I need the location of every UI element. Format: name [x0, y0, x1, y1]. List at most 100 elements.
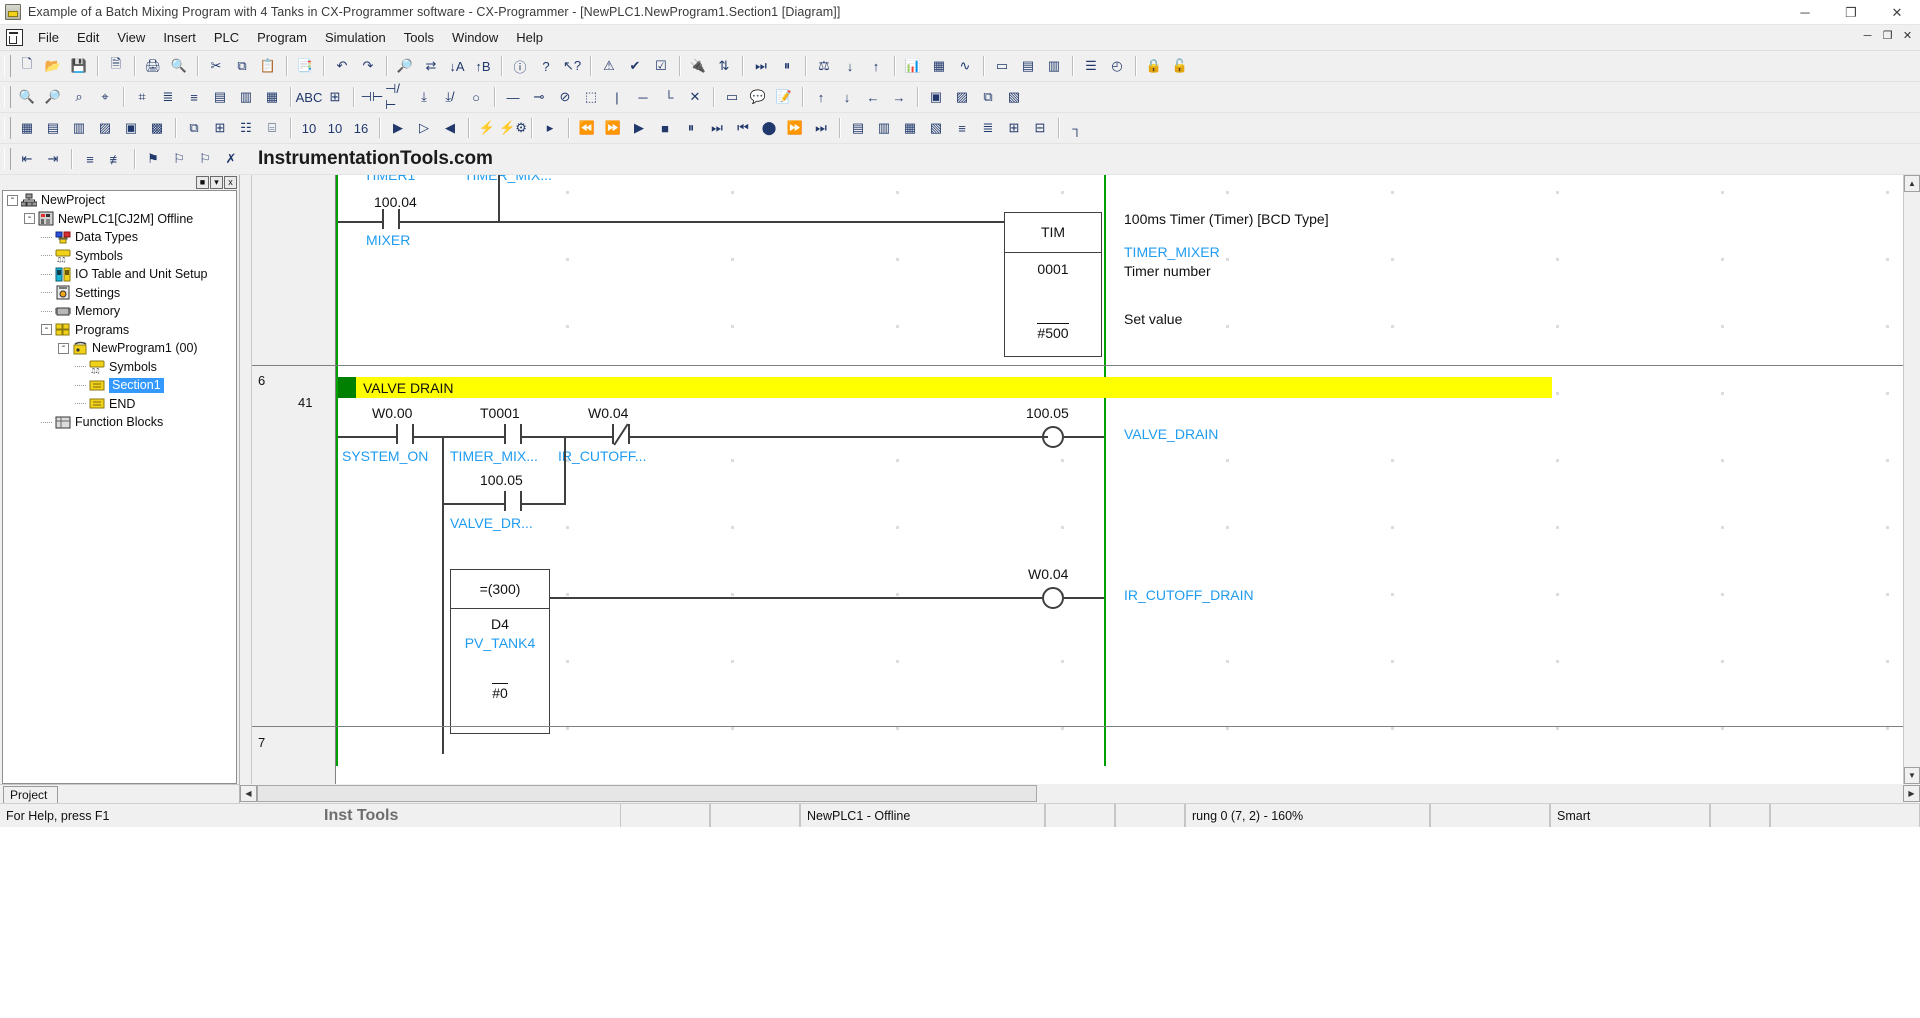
- force-cancel-icon[interactable]: ◀: [437, 116, 463, 141]
- find-next-icon[interactable]: ↓A: [444, 54, 470, 79]
- distribute-h-icon[interactable]: ≡: [949, 116, 975, 141]
- menu-simulation[interactable]: Simulation: [316, 27, 395, 48]
- function-block-icon[interactable]: ⊞: [207, 116, 233, 141]
- help-icon[interactable]: ?: [533, 54, 559, 79]
- zoom-in-icon[interactable]: 🔍: [14, 85, 40, 110]
- menu-tools[interactable]: Tools: [395, 27, 443, 48]
- scroll-right-button[interactable]: ▶: [1903, 785, 1920, 802]
- indent-increase-icon[interactable]: ⇥: [40, 147, 66, 172]
- menu-view[interactable]: View: [108, 27, 154, 48]
- tree-item-section1[interactable]: Section1: [3, 376, 236, 395]
- right-icon[interactable]: →: [886, 85, 912, 110]
- project-tree[interactable]: - NewProject - NewPLC1[CJ2M] Offline Data Ty…: [2, 190, 237, 784]
- force-off-icon[interactable]: ▷: [411, 116, 437, 141]
- paste-special-icon[interactable]: 📑: [292, 54, 318, 79]
- new-contact-or-icon[interactable]: ⤓: [411, 85, 437, 110]
- sim-continuous-icon[interactable]: ⏭: [704, 116, 730, 141]
- auto-online-icon[interactable]: ⚡⚙: [499, 116, 527, 141]
- open-file-icon[interactable]: 📂: [40, 54, 66, 79]
- plc-memory-icon[interactable]: ☰: [1078, 54, 1104, 79]
- menu-plc[interactable]: PLC: [205, 27, 248, 48]
- compile-icon[interactable]: 🗎: [103, 54, 129, 79]
- show-rung-comment-icon[interactable]: ▤: [207, 85, 233, 110]
- show-program-icon[interactable]: ▦: [259, 85, 285, 110]
- menu-file[interactable]: File: [29, 27, 68, 48]
- scroll-left-button[interactable]: ◀: [240, 785, 257, 802]
- online-icon[interactable]: 🔌: [685, 54, 711, 79]
- unit-setup-icon[interactable]: ▥: [1041, 54, 1067, 79]
- pause-icon[interactable]: ⏸: [774, 54, 800, 79]
- tree-item-memory[interactable]: Memory: [3, 302, 236, 321]
- up-icon[interactable]: ↑: [808, 85, 834, 110]
- menu-window[interactable]: Window: [443, 27, 507, 48]
- warning-icon[interactable]: ⚠: [596, 54, 622, 79]
- horizontal-scrollbar[interactable]: ◀ ▶: [240, 784, 1920, 803]
- horizontal-wire-icon[interactable]: ─: [630, 85, 656, 110]
- bookmark-clear-icon[interactable]: ✗: [218, 147, 244, 172]
- new-rung-icon[interactable]: ▭: [719, 85, 745, 110]
- toolbar-grip[interactable]: [4, 148, 11, 170]
- panel-dropdown-icon[interactable]: ▾: [210, 176, 223, 189]
- zoom-out-icon[interactable]: 🔎: [40, 85, 66, 110]
- close-button[interactable]: ✕: [1874, 0, 1920, 25]
- plc-clock-icon[interactable]: ◴: [1104, 54, 1130, 79]
- new-coil-icon[interactable]: ○: [463, 85, 489, 110]
- sim-break-icon[interactable]: ⬤: [756, 116, 782, 141]
- align-left-icon[interactable]: ▤: [845, 116, 871, 141]
- rung6-comment-bar[interactable]: VALVE DRAIN: [338, 377, 1552, 398]
- menu-edit[interactable]: Edit: [68, 27, 108, 48]
- tree-expander-icon[interactable]: -: [41, 324, 52, 336]
- tim-function-block[interactable]: TIM 0001 #500: [1004, 212, 1102, 357]
- new-file-icon[interactable]: 🗋: [14, 54, 40, 79]
- menu-insert[interactable]: Insert: [154, 27, 205, 48]
- tree-item-settings[interactable]: Settings: [3, 284, 236, 303]
- compare-function-block[interactable]: =(300) D4 PV_TANK4 #0: [450, 569, 550, 734]
- new-inverted-output-icon[interactable]: ⊘: [552, 85, 578, 110]
- tree-item-newplc1-cj2m-offline[interactable]: - NewPLC1[CJ2M] Offline: [3, 210, 236, 229]
- transfer-to-plc-icon[interactable]: ↓: [837, 54, 863, 79]
- tab-project[interactable]: Project: [3, 786, 59, 803]
- corner-icon[interactable]: ┐: [1064, 116, 1090, 141]
- tree-expander-icon[interactable]: -: [7, 194, 18, 206]
- mdi-close-button[interactable]: ✕: [1899, 27, 1916, 44]
- tree-item-function-blocks[interactable]: Function Blocks: [3, 413, 236, 432]
- toolbar-grip[interactable]: [4, 55, 11, 77]
- compare-icon[interactable]: ⚖: [811, 54, 837, 79]
- toggle-mode-icon[interactable]: ⊞: [322, 85, 348, 110]
- zoom-100-icon[interactable]: ⌕: [66, 85, 92, 110]
- transfer-from-plc-icon[interactable]: ↑: [863, 54, 889, 79]
- view-ladder-icon[interactable]: ▦: [14, 116, 40, 141]
- force-on-icon[interactable]: ▶: [385, 116, 411, 141]
- new-instruction-icon[interactable]: ⬚: [578, 85, 604, 110]
- sim-step-icon[interactable]: ⏩: [600, 116, 626, 141]
- save-icon[interactable]: 💾: [66, 54, 92, 79]
- maximize-button[interactable]: ❐: [1828, 0, 1874, 25]
- align-center-icon[interactable]: ▥: [871, 116, 897, 141]
- vertical-scrollbar[interactable]: ▲ ▼: [1903, 175, 1920, 784]
- vertical-wire-icon[interactable]: └: [656, 85, 682, 110]
- align-top-icon[interactable]: ▧: [923, 116, 949, 141]
- tree-item-io-table-and-unit-setup[interactable]: IO Table and Unit Setup: [3, 265, 236, 284]
- hex-10-icon[interactable]: 10: [322, 116, 348, 141]
- rung6-coil-1[interactable]: [1042, 426, 1064, 448]
- color-icon[interactable]: ▣: [923, 85, 949, 110]
- undo-icon[interactable]: ↶: [329, 54, 355, 79]
- sim-step-back-icon[interactable]: ⏪: [574, 116, 600, 141]
- left-icon[interactable]: ←: [860, 85, 886, 110]
- info-icon[interactable]: ⓘ: [507, 54, 533, 79]
- mdi-restore-button[interactable]: ❐: [1879, 27, 1896, 44]
- annotation-icon[interactable]: 📝: [771, 85, 797, 110]
- new-output-icon[interactable]: ⊸: [526, 85, 552, 110]
- output-window-icon[interactable]: ⌸: [259, 116, 285, 141]
- zoom-fit-icon[interactable]: ⌖: [92, 85, 118, 110]
- align-right-icon[interactable]: ▦: [897, 116, 923, 141]
- program-check-icon[interactable]: ✔: [622, 54, 648, 79]
- vertical-line-icon[interactable]: |: [604, 85, 630, 110]
- view-st-icon[interactable]: ▥: [66, 116, 92, 141]
- down-icon[interactable]: ↓: [834, 85, 860, 110]
- step-run-icon[interactable]: ⏭: [748, 54, 774, 79]
- show-grid-icon[interactable]: ⌗: [129, 85, 155, 110]
- toggle-address-icon[interactable]: ABC: [296, 85, 323, 110]
- show-symbol-icon[interactable]: ≣: [155, 85, 181, 110]
- cut-icon[interactable]: ✂: [203, 54, 229, 79]
